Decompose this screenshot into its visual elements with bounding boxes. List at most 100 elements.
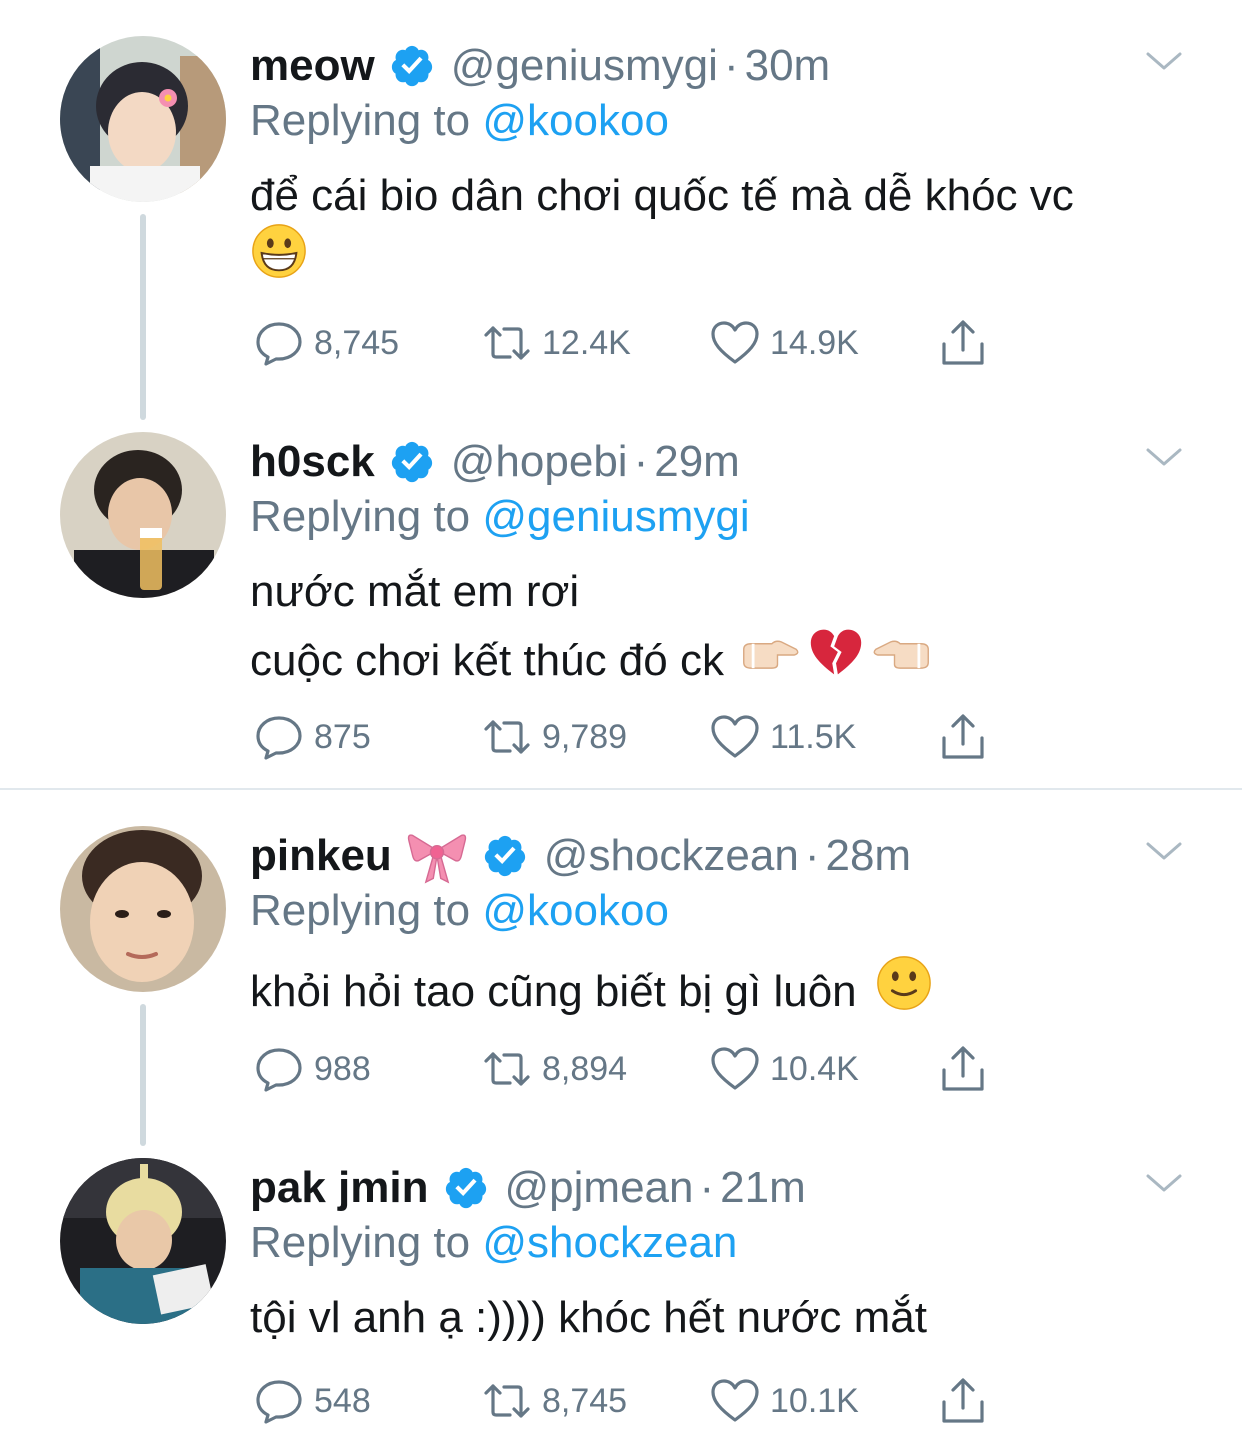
reply-button[interactable]: 875	[254, 712, 371, 762]
user-handle[interactable]: @shockzean	[544, 831, 799, 881]
grinning-face-emoji-icon	[250, 222, 308, 298]
heart-icon	[710, 1376, 760, 1426]
reply-button[interactable]: 8,745	[254, 318, 399, 368]
tweet-text: nước mắt em rơi cuộc chơi kết thúc đó ck	[250, 560, 1190, 698]
user-handle[interactable]: @pjmean	[505, 1163, 694, 1213]
tweet-text-line: để cái bio dân chơi quốc tế mà dễ khóc v…	[250, 171, 1074, 220]
timestamp[interactable]: 28m	[825, 831, 911, 881]
reply-button[interactable]: 548	[254, 1376, 371, 1426]
user-handle[interactable]: @geniusmygi	[451, 41, 718, 91]
action-bar: 988 8,894 10.4K	[254, 1044, 1014, 1094]
heart-icon	[710, 318, 760, 368]
replying-to: Replying to @kookoo	[250, 886, 669, 936]
avatar[interactable]	[60, 432, 226, 598]
avatar[interactable]	[60, 36, 226, 202]
chevron-down-icon[interactable]	[1144, 1168, 1184, 1198]
tweet-text-line: cuộc chơi kết thúc đó ck	[250, 636, 724, 685]
retweet-count: 12.4K	[542, 323, 631, 362]
replying-prefix: Replying to	[250, 1218, 471, 1267]
tweet-header: h0sck @hopebi · 29m	[250, 434, 740, 490]
mention-link[interactable]: @shockzean	[482, 1218, 737, 1267]
replying-prefix: Replying to	[250, 492, 471, 541]
action-bar: 875 9,789 11.5K	[254, 712, 1014, 762]
replying-to: Replying to @shockzean	[250, 1218, 737, 1268]
retweet-icon	[482, 1044, 532, 1094]
replying-prefix: Replying to	[250, 96, 471, 145]
timestamp[interactable]: 30m	[745, 41, 831, 91]
tweet[interactable]: meow @geniusmygi · 30m Replying to @kook…	[0, 36, 1242, 376]
timestamp[interactable]: 29m	[654, 437, 740, 487]
share-button[interactable]	[938, 1376, 998, 1426]
share-button[interactable]	[938, 1044, 998, 1094]
retweet-icon	[482, 712, 532, 762]
tweet-text-line: khỏi hỏi tao cũng biết bị gì luôn	[250, 967, 857, 1016]
broken-heart-emoji-icon	[808, 624, 864, 698]
separator: ·	[633, 437, 649, 486]
share-icon	[938, 712, 988, 762]
ribbon-emoji-icon	[406, 828, 468, 884]
slightly-smiling-face-emoji-icon	[875, 954, 933, 1030]
chevron-down-icon[interactable]	[1144, 442, 1184, 472]
chevron-down-icon[interactable]	[1144, 46, 1184, 76]
display-name[interactable]: pak jmin	[250, 1163, 429, 1213]
avatar[interactable]	[60, 826, 226, 992]
tweet-header: pinkeu @shockzean · 28m	[250, 828, 911, 884]
reply-icon	[254, 712, 304, 762]
tweet[interactable]: pak jmin @pjmean · 21m Replying to @shoc…	[0, 1158, 1242, 1438]
action-bar: 548 8,745 10.1K	[254, 1376, 1014, 1426]
replying-to: Replying to @kookoo	[250, 96, 669, 146]
tweet-text: tội vl anh ạ :)))) khóc hết nước mắt	[250, 1286, 1190, 1350]
tweet[interactable]: h0sck @hopebi · 29m Replying to @geniusm…	[0, 432, 1242, 772]
share-icon	[938, 318, 988, 368]
like-button[interactable]: 10.4K	[710, 1044, 859, 1094]
reply-button[interactable]: 988	[254, 1044, 371, 1094]
mention-link[interactable]: @geniusmygi	[482, 492, 749, 541]
display-name[interactable]: meow	[250, 41, 375, 91]
retweet-button[interactable]: 9,789	[482, 712, 627, 762]
like-count: 14.9K	[770, 323, 859, 362]
like-button[interactable]: 14.9K	[710, 318, 859, 368]
tweet-text-line: nước mắt em rơi	[250, 567, 580, 616]
verified-badge-icon	[482, 833, 528, 879]
share-icon	[938, 1376, 988, 1426]
chevron-down-icon[interactable]	[1144, 836, 1184, 866]
user-handle[interactable]: @hopebi	[451, 437, 628, 487]
display-name[interactable]: pinkeu	[250, 831, 392, 881]
mention-link[interactable]: @kookoo	[482, 886, 669, 935]
like-count: 10.4K	[770, 1049, 859, 1088]
reply-count: 875	[314, 717, 371, 756]
reply-count: 8,745	[314, 323, 400, 362]
verified-badge-icon	[389, 43, 435, 89]
verified-badge-icon	[389, 439, 435, 485]
retweet-icon	[482, 1376, 532, 1426]
separator: ·	[699, 1163, 715, 1212]
avatar[interactable]	[60, 1158, 226, 1324]
tweet-header: meow @geniusmygi · 30m	[250, 38, 830, 94]
retweet-button[interactable]: 8,894	[482, 1044, 627, 1094]
tweet-text-line: tội vl anh ạ :)))) khóc hết nước mắt	[250, 1293, 927, 1342]
tweet[interactable]: pinkeu @shockzean · 28m Replying to @koo…	[0, 826, 1242, 1116]
verified-badge-icon	[443, 1165, 489, 1211]
share-icon	[938, 1044, 988, 1094]
retweet-button[interactable]: 8,745	[482, 1376, 627, 1426]
reply-icon	[254, 1044, 304, 1094]
action-bar: 8,745 12.4K 14.9K	[254, 318, 1014, 368]
reply-count: 988	[314, 1049, 371, 1088]
separator: ·	[723, 41, 739, 90]
replying-to: Replying to @geniusmygi	[250, 492, 750, 542]
mention-link[interactable]: @kookoo	[482, 96, 669, 145]
like-button[interactable]: 10.1K	[710, 1376, 859, 1426]
share-button[interactable]	[938, 712, 998, 762]
heart-icon	[710, 712, 760, 762]
pointing-left-emoji-icon	[872, 629, 932, 693]
pointing-right-emoji-icon	[740, 629, 800, 693]
reply-icon	[254, 1376, 304, 1426]
like-button[interactable]: 11.5K	[710, 712, 856, 762]
like-count: 11.5K	[770, 717, 857, 756]
retweet-button[interactable]: 12.4K	[482, 318, 631, 368]
tweet-text: để cái bio dân chơi quốc tế mà dễ khóc v…	[250, 164, 1190, 292]
heart-icon	[710, 1044, 760, 1094]
share-button[interactable]	[938, 318, 998, 368]
timestamp[interactable]: 21m	[720, 1163, 806, 1213]
display-name[interactable]: h0sck	[250, 437, 375, 487]
